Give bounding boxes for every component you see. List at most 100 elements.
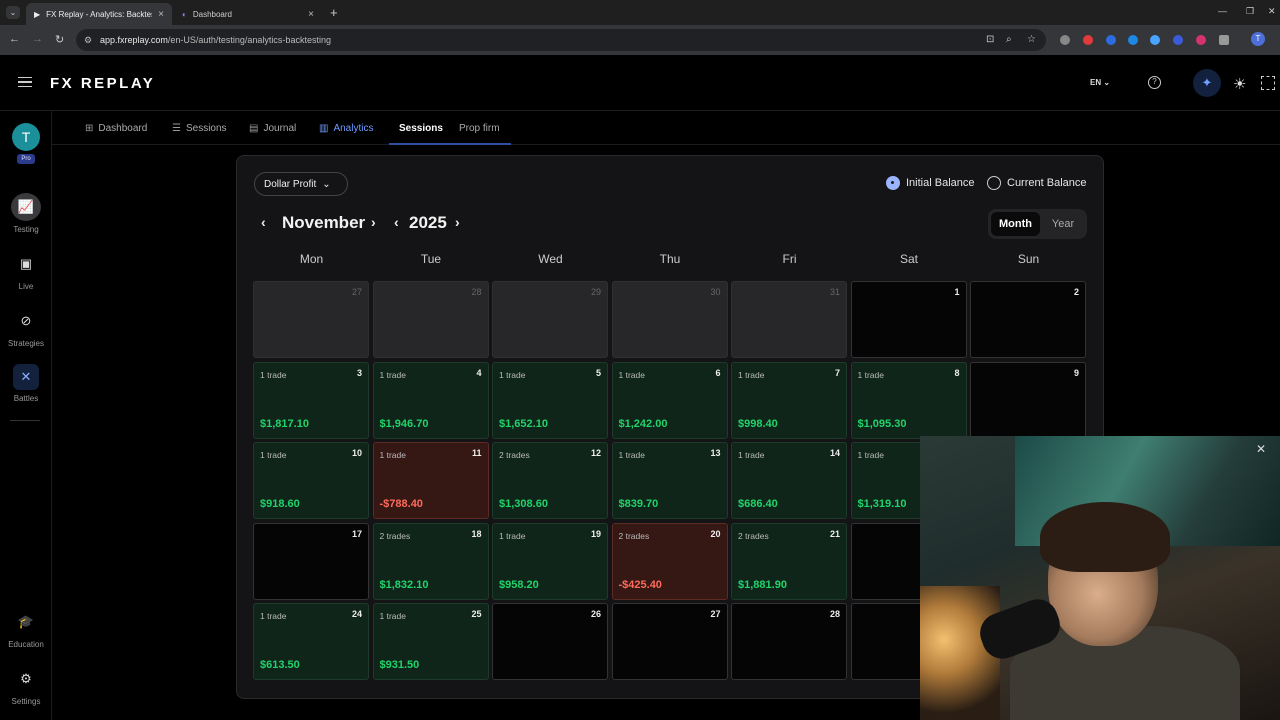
current-balance-radio[interactable]: Current Balance <box>987 176 1087 190</box>
calendar-day-cell[interactable]: 1 <box>850 281 967 358</box>
next-year-chevron-icon[interactable]: › <box>455 214 460 230</box>
calendar-day-cell[interactable]: 2 <box>970 281 1086 358</box>
calendar-day-cell[interactable]: 10 1 trade $918.60 <box>253 442 369 519</box>
calendar-day-cell[interactable]: 26 <box>492 603 608 680</box>
calendar-day-cell[interactable]: 31 <box>731 281 847 358</box>
help-icon[interactable]: ? <box>1148 76 1161 89</box>
day-of-week-header: Mon Tue Wed Thu Fri Sat Sun <box>253 252 1089 268</box>
sidebar-item-label: Settings <box>11 697 41 706</box>
site-info-icon[interactable]: ⚙ <box>84 35 92 46</box>
browser-tab-dashboard[interactable]: ◐ Dashboard × <box>174 3 322 25</box>
subnav-label: Sessions <box>399 122 443 134</box>
prev-month-chevron-icon[interactable]: ‹ <box>261 214 266 230</box>
calendar-day-cell[interactable]: 5 1 trade $1,652.10 <box>492 361 608 439</box>
calendar-day-cell[interactable]: 3 1 trade $1,817.10 <box>253 361 369 439</box>
year-label: 2025 <box>409 213 447 232</box>
subnav-analytics[interactable]: ▥ Analytics <box>319 111 373 145</box>
extensions-puzzle-icon[interactable] <box>1219 35 1229 45</box>
back-icon[interactable]: ← <box>9 33 20 45</box>
calendar-day-cell[interactable]: 27 <box>611 603 728 680</box>
day-of-week-label: Wed <box>538 252 563 266</box>
forward-icon[interactable]: → <box>32 33 43 45</box>
tab-search-button[interactable]: ⌄ <box>6 6 20 19</box>
calendar-day-cell[interactable]: 7 1 trade $998.40 <box>731 361 847 439</box>
subnav-sessions[interactable]: ☰ Sessions <box>172 111 227 145</box>
install-app-icon[interactable]: ⊡ <box>986 34 994 45</box>
extension-icon[interactable] <box>1106 35 1116 45</box>
calendar-day-cell[interactable]: 21 2 trades $1,881.90 <box>731 522 847 600</box>
prev-year-chevron-icon[interactable]: ‹ <box>394 214 399 230</box>
extension-icon[interactable] <box>1060 35 1070 45</box>
calendar-day-cell[interactable]: 28 <box>731 603 847 680</box>
close-window-icon[interactable]: ✕ <box>1268 6 1276 17</box>
sidebar-item-testing[interactable]: 📈 Testing <box>0 193 52 234</box>
calendar-day-cell[interactable]: 4 1 trade $1,946.70 <box>372 361 489 439</box>
radio-label: Initial Balance <box>906 177 975 189</box>
year-view-button[interactable]: Year <box>1042 212 1084 236</box>
subnav-label: Journal <box>263 122 297 134</box>
language-selector[interactable]: EN ⌄ <box>1090 78 1110 87</box>
daily-pnl: $1,308.60 <box>499 498 548 510</box>
address-bar[interactable]: ⚙ app.fxreplay.com/en-US/auth/testing/an… <box>76 29 1046 51</box>
close-tab-icon[interactable]: × <box>308 9 314 20</box>
calendar-day-cell[interactable]: 13 1 trade $839.70 <box>611 442 728 519</box>
calendar-day-cell[interactable]: 6 1 trade $1,242.00 <box>611 361 728 439</box>
close-tab-icon[interactable]: × <box>158 9 164 20</box>
subnav-dashboard[interactable]: ⊞ Dashboard <box>85 111 147 145</box>
extension-icon[interactable] <box>1150 35 1160 45</box>
maximize-window-icon[interactable]: ❐ <box>1246 6 1254 17</box>
calendar-day-cell[interactable]: 19 1 trade $958.20 <box>492 522 608 600</box>
subnav-label: Dashboard <box>98 122 148 134</box>
daily-pnl: $1,946.70 <box>379 417 429 430</box>
extension-icon[interactable] <box>1173 35 1183 45</box>
calendar-day-cell[interactable]: 30 <box>611 281 728 358</box>
calendar-day-cell[interactable]: 9 <box>970 361 1086 439</box>
calendar-day-cell[interactable]: 28 <box>372 281 489 358</box>
browser-tab-analytics[interactable]: ▶ FX Replay - Analytics: Backtestin × <box>26 3 172 25</box>
month-view-button[interactable]: Month <box>991 212 1040 236</box>
new-tab-button[interactable]: + <box>330 5 338 20</box>
initial-balance-radio[interactable]: Initial Balance <box>886 176 975 190</box>
calendar-day-cell[interactable]: 25 1 trade $931.50 <box>372 603 489 680</box>
calendar-day-cell[interactable]: 12 2 trades $1,308.60 <box>492 442 608 519</box>
sidebar-item-education[interactable]: 🎓 Education <box>0 608 52 649</box>
trade-count: 1 trade <box>738 450 765 460</box>
theme-toggle-sun-icon[interactable]: ☀ <box>1233 75 1246 93</box>
zoom-icon[interactable]: ⌕ <box>1006 34 1012 45</box>
fxreplay-logo[interactable]: FX REPLAY <box>50 75 155 92</box>
next-month-chevron-icon[interactable]: › <box>371 214 376 230</box>
sidebar-item-settings[interactable]: ⚙ Settings <box>0 665 52 706</box>
calendar-day-cell[interactable]: 17 <box>253 522 369 600</box>
calendar-day-cell[interactable]: 29 <box>492 281 608 358</box>
calendar-day-cell[interactable]: 20 2 trades -$425.40 <box>611 522 728 600</box>
sidebar-item-strategies[interactable]: ⊘ Strategies <box>0 307 52 348</box>
extension-icon[interactable] <box>1196 35 1206 45</box>
profile-avatar[interactable]: T <box>1251 32 1265 46</box>
subnav-journal[interactable]: ▤ Journal <box>249 111 296 145</box>
day-of-week-label: Tue <box>420 252 442 266</box>
calendar-day-cell[interactable]: 11 1 trade -$788.40 <box>372 442 489 519</box>
calendar-day-cell[interactable]: 18 2 trades $1,832.10 <box>372 522 489 600</box>
calendar-day-cell[interactable]: 14 1 trade $686.40 <box>731 442 847 519</box>
extension-icon[interactable] <box>1083 35 1093 45</box>
sidebar-item-battles[interactable]: ✕ Battles <box>0 364 52 403</box>
close-icon[interactable]: ✕ <box>1256 442 1266 456</box>
daily-pnl: $1,817.10 <box>260 417 309 430</box>
subnav-sessions-tab[interactable]: Sessions <box>399 111 443 145</box>
calendar-day-cell[interactable]: 24 1 trade $613.50 <box>253 603 369 680</box>
hamburger-menu-icon[interactable] <box>18 77 32 87</box>
user-avatar[interactable]: T <box>12 123 40 151</box>
metric-select[interactable]: Dollar Profit ⌄ <box>254 172 348 196</box>
bookmark-star-icon[interactable]: ☆ <box>1027 34 1036 45</box>
minimize-window-icon[interactable]: — <box>1218 6 1227 16</box>
calendar-day-cell[interactable]: 27 <box>253 281 369 358</box>
subnav-prop-firm[interactable]: Prop firm <box>459 111 500 145</box>
fullscreen-icon[interactable] <box>1261 76 1275 90</box>
day-number: 8 <box>954 367 960 378</box>
calendar-day-cell[interactable]: 8 1 trade $1,095.30 <box>850 361 967 439</box>
reload-icon[interactable]: ↻ <box>55 33 64 46</box>
ai-sparkle-button[interactable]: ✦ <box>1193 69 1221 97</box>
sidebar-item-live[interactable]: ▣ Live <box>0 250 52 291</box>
extension-icon[interactable] <box>1128 35 1138 45</box>
dashboard-favicon-icon: ◐ <box>182 9 187 19</box>
